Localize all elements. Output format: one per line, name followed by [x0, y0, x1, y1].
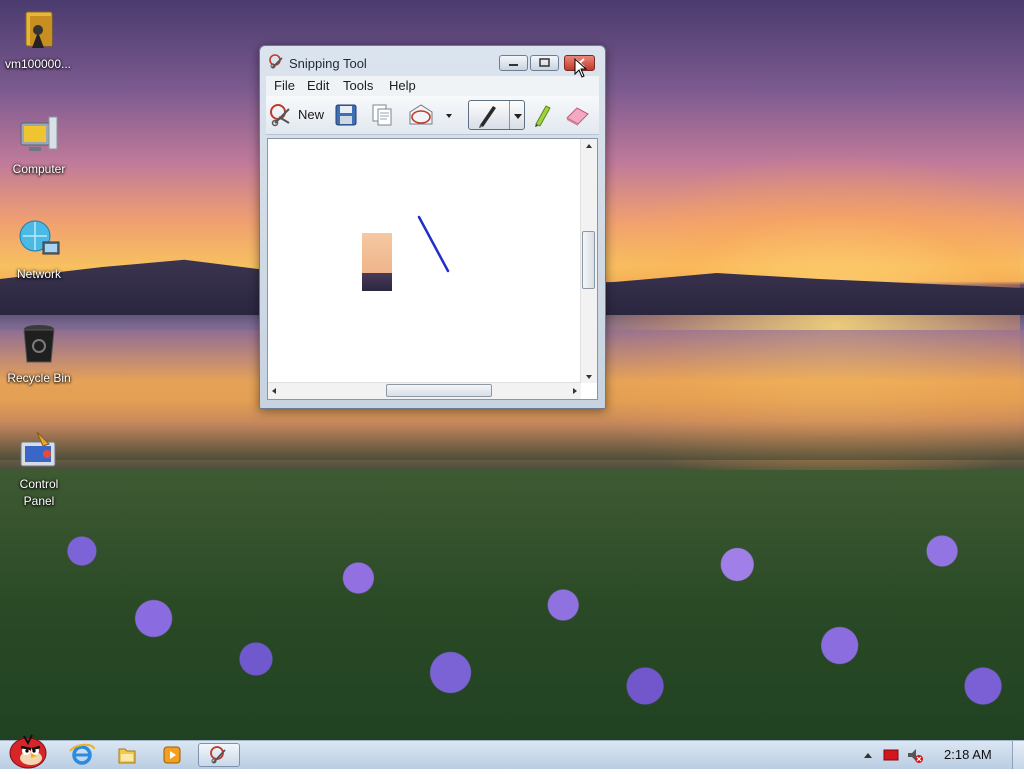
- media-player-icon: [163, 746, 181, 764]
- desktop-icon-control-panel[interactable]: Control Panel: [1, 428, 77, 510]
- desktop-icon-recycle-bin[interactable]: Recycle Bin: [1, 322, 77, 387]
- taskbar: 2:18 AM: [0, 734, 1024, 769]
- desktop-icon-vm[interactable]: vm100000...: [0, 8, 76, 73]
- desktop-icon-label: Recycle Bin: [7, 371, 71, 385]
- desktop-icon-label: Control Panel: [19, 477, 59, 508]
- scissors-icon: [270, 104, 290, 127]
- taskbar-snipping-tool[interactable]: [198, 743, 240, 767]
- copy-button[interactable]: [369, 102, 395, 128]
- volume-muted-icon[interactable]: [906, 746, 924, 764]
- dropdown-arrow-icon: [446, 114, 452, 118]
- desktop-icon-label: Network: [16, 267, 61, 281]
- file-explorer-icon: [118, 748, 136, 764]
- vertical-scroll-thumb[interactable]: [582, 231, 595, 289]
- menu-file[interactable]: File: [274, 78, 295, 93]
- flower-field: [0, 470, 1024, 740]
- save-disk-icon: [335, 104, 357, 126]
- copy-icon: [372, 104, 392, 126]
- snipping-tool-icon: [269, 54, 285, 70]
- send-snip-button[interactable]: [406, 102, 456, 128]
- desktop-icon-label: Computer: [12, 162, 66, 176]
- minimize-icon: [509, 64, 518, 66]
- minimize-button[interactable]: [499, 55, 528, 71]
- show-desktop-button[interactable]: [1012, 741, 1024, 769]
- taskbar-file-explorer[interactable]: [111, 743, 143, 767]
- maximize-button[interactable]: [530, 55, 559, 71]
- angry-bird-start-icon: [9, 734, 47, 769]
- scroll-left-arrow-icon[interactable]: [268, 383, 280, 399]
- snip-markup-canvas[interactable]: [267, 138, 598, 400]
- desktop-icon-label: vm100000...: [4, 57, 72, 71]
- eraser-button[interactable]: [563, 102, 591, 128]
- split-divider: [509, 101, 510, 129]
- send-email-icon: [409, 104, 433, 125]
- menu-edit[interactable]: Edit: [307, 78, 329, 93]
- new-snip-button[interactable]: New: [269, 102, 329, 128]
- menu-help[interactable]: Help: [389, 78, 416, 93]
- desktop-icon-network[interactable]: Network: [1, 218, 77, 283]
- desktop[interactable]: vm100000... Computer Network Recycle Bin…: [0, 0, 1024, 740]
- action-center-flag-icon[interactable]: [883, 748, 899, 762]
- horizontal-scroll-thumb[interactable]: [386, 384, 492, 397]
- save-button[interactable]: [333, 102, 359, 128]
- highlighter-icon: [535, 105, 551, 127]
- scroll-right-arrow-icon[interactable]: [569, 383, 581, 399]
- pen-stroke: [417, 215, 450, 273]
- toolbar: New: [266, 96, 599, 135]
- eraser-icon: [566, 107, 589, 126]
- mouse-cursor-icon: [574, 58, 588, 78]
- scroll-down-arrow-icon[interactable]: [581, 371, 597, 383]
- snipping-tool-window[interactable]: Snipping Tool File Edit Tools Help New: [259, 45, 606, 409]
- maximize-icon: [539, 58, 550, 67]
- vertical-scrollbar[interactable]: [580, 139, 597, 383]
- scroll-up-arrow-icon[interactable]: [581, 140, 597, 152]
- snipping-tool-icon: [210, 746, 226, 764]
- start-button[interactable]: [4, 731, 50, 769]
- folder-zip-icon: [16, 8, 60, 52]
- network-icon: [17, 218, 61, 262]
- show-hidden-icons-arrow-icon[interactable]: [862, 749, 874, 761]
- highlighter-button[interactable]: [530, 102, 554, 128]
- taskbar-internet-explorer[interactable]: [66, 743, 98, 767]
- menu-bar: File Edit Tools Help: [266, 76, 599, 96]
- control-panel-icon: [17, 428, 61, 472]
- computer-icon: [17, 113, 61, 157]
- new-snip-label: New: [298, 107, 325, 122]
- pen-dropdown-icon: [514, 114, 522, 119]
- internet-explorer-icon: [69, 743, 95, 765]
- horizontal-scrollbar[interactable]: [268, 382, 581, 399]
- desktop-icon-computer[interactable]: Computer: [1, 113, 77, 178]
- recycle-bin-icon: [17, 322, 61, 366]
- taskbar-clock[interactable]: 2:18 AM: [944, 747, 992, 762]
- window-title: Snipping Tool: [289, 56, 367, 71]
- window-titlebar[interactable]: Snipping Tool: [260, 46, 605, 76]
- pen-icon: [479, 106, 496, 128]
- taskbar-media-player[interactable]: [156, 743, 188, 767]
- pen-button[interactable]: [468, 100, 525, 130]
- menu-tools[interactable]: Tools: [343, 78, 373, 93]
